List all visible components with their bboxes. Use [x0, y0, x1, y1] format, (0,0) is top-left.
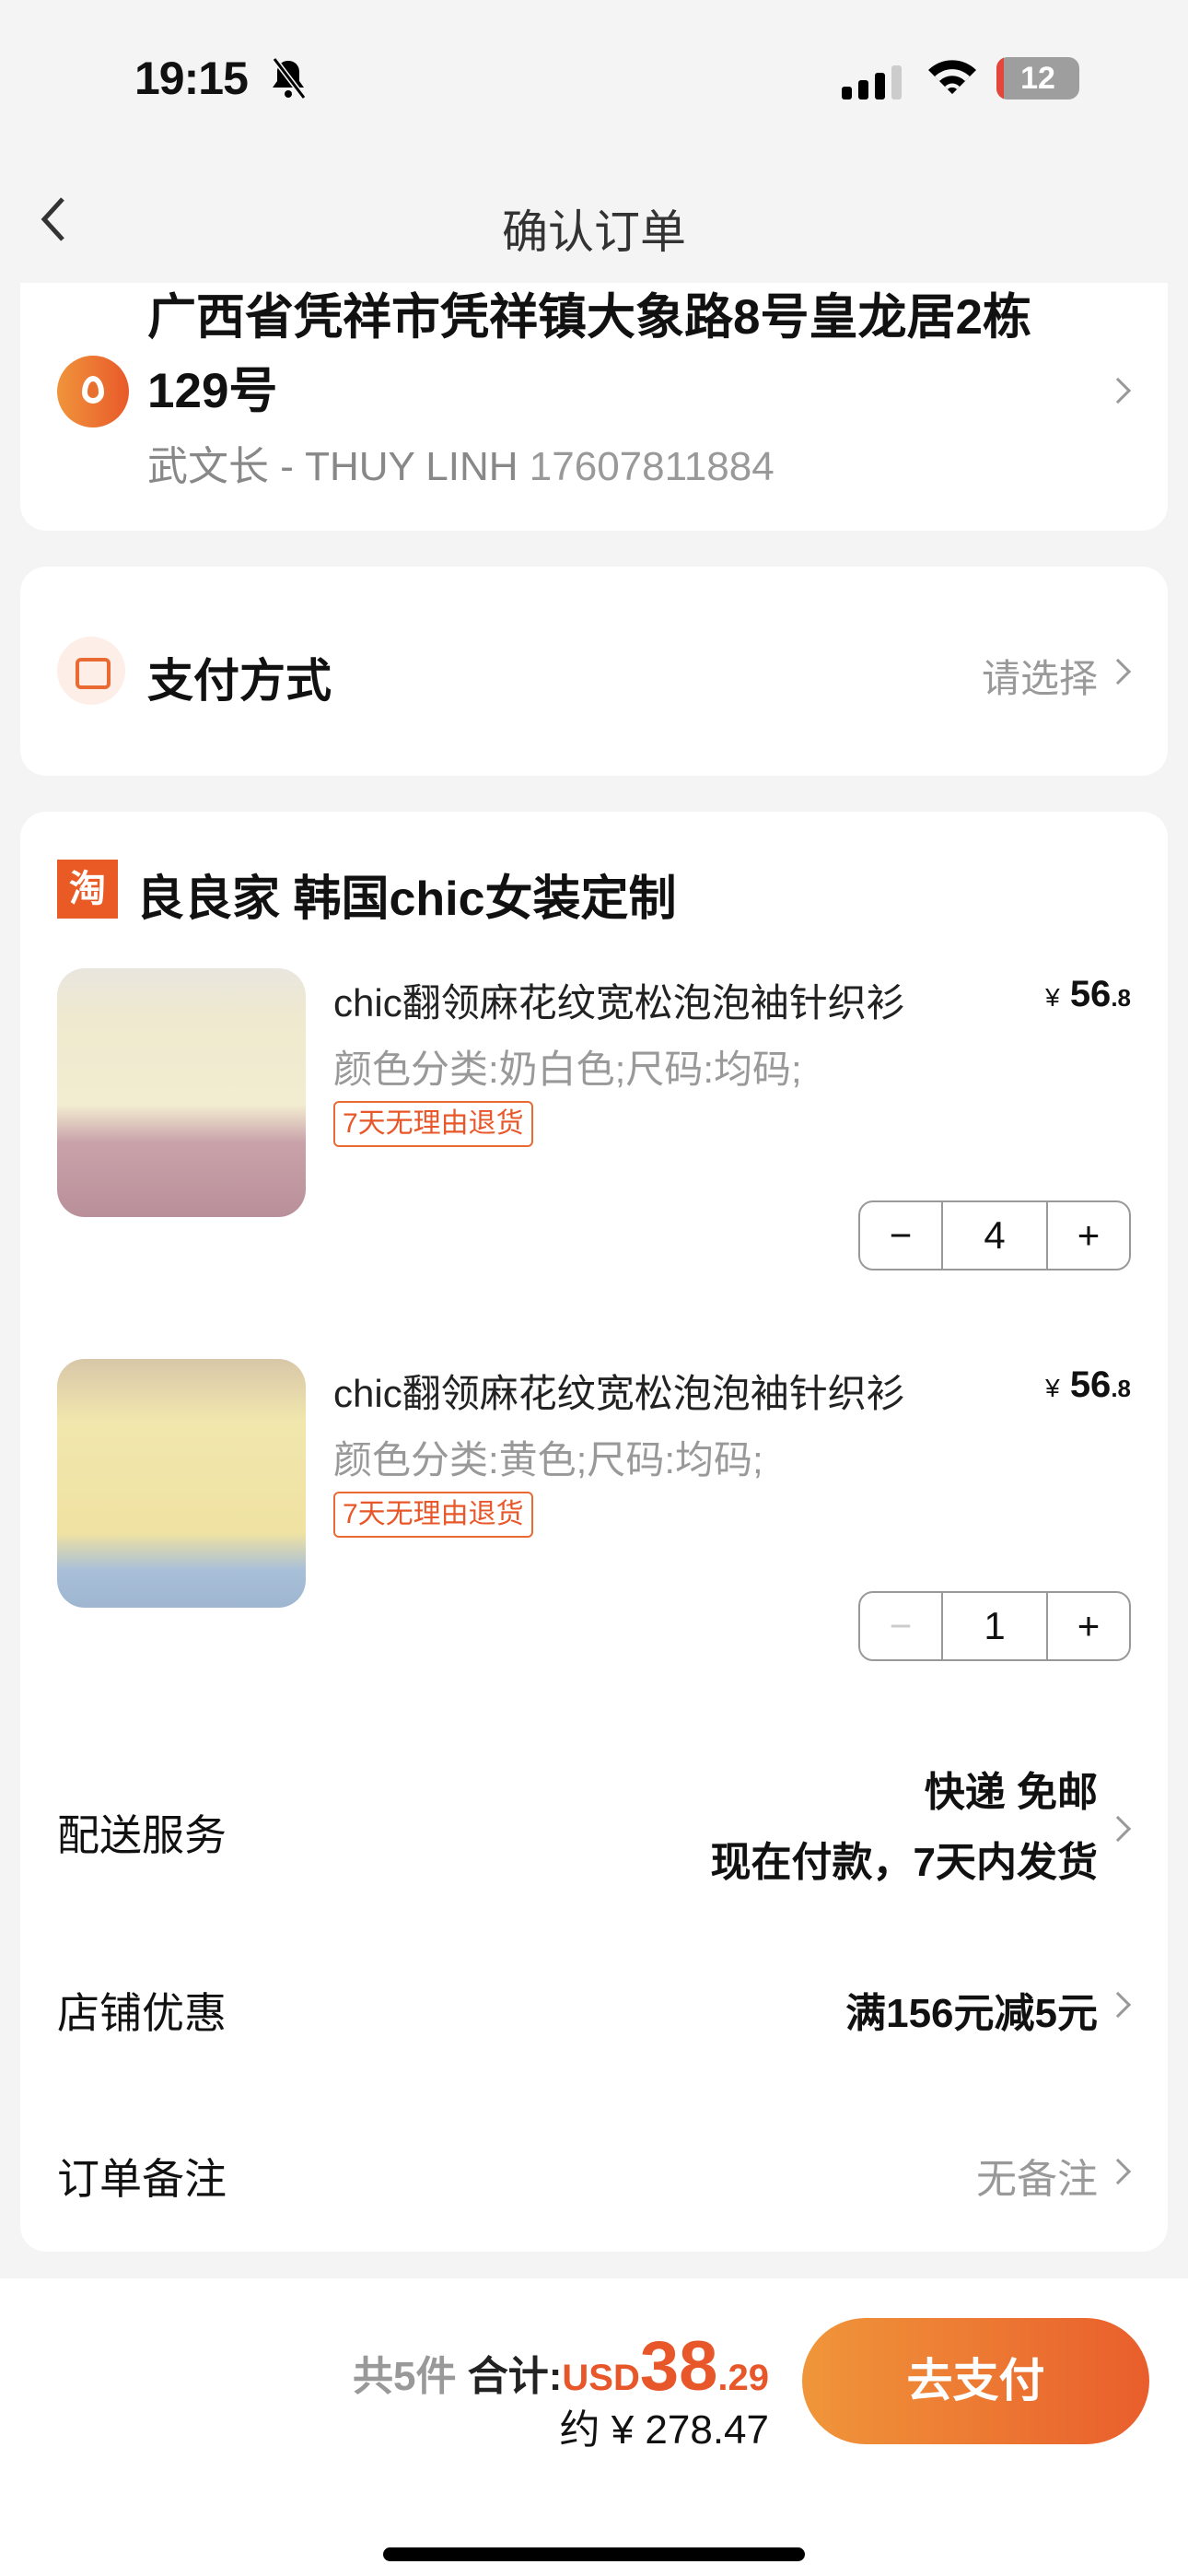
taobao-logo: 淘 [57, 860, 118, 919]
home-indicator[interactable] [383, 2547, 805, 2561]
note-label: 订单备注 [57, 2155, 227, 2203]
product-image[interactable] [57, 968, 306, 1217]
order-total: 共5件 合计:USD38.29 [353, 2326, 769, 2406]
status-time: 19:15 [134, 53, 249, 104]
chevron-right-icon [1104, 2158, 1132, 2185]
contact-info: 武文长 - THUY LINH 17607811884 [147, 433, 775, 492]
page-title: 确认订单 [502, 206, 686, 258]
signal-icon [842, 63, 902, 100]
delivery-time: 现在付款，7天内发货 [710, 1840, 1098, 1885]
decrease-button[interactable]: − [860, 1202, 941, 1269]
note-value: 无备注 [976, 2157, 1098, 2202]
payment-select[interactable]: 请选择 [982, 648, 1098, 704]
recipient-phone: 17607811884 [529, 444, 775, 489]
currency: USD [562, 2358, 640, 2398]
quantity-stepper[interactable]: − 4 + [858, 1200, 1131, 1270]
approx-cny: 约 ¥ 278.47 [559, 2407, 770, 2453]
item-count: 共5件 [353, 2354, 457, 2399]
wifi-icon [928, 60, 976, 94]
discount-value: 满156元减5元 [845, 1991, 1098, 2036]
return-policy-tag: 7天无理由退货 [333, 1101, 533, 1147]
product-price: ¥ 56.8 [1045, 1364, 1131, 1405]
quantity-value[interactable]: 1 [941, 1593, 1048, 1659]
quantity-stepper[interactable]: − 1 + [858, 1591, 1131, 1661]
total-label: 合计: [467, 2354, 563, 2399]
total-decimals: .29 [717, 2358, 769, 2398]
discount-label: 店铺优惠 [57, 1989, 227, 2037]
delivery-label: 配送服务 [57, 1811, 227, 1859]
bell-slash-icon [272, 57, 307, 100]
delivery-method: 快递 免邮 [924, 1770, 1098, 1815]
total-amount: 38 [639, 2327, 718, 2406]
product-spec[interactable]: 颜色分类:奶白色;尺码:均码; [333, 1038, 802, 1095]
product-title[interactable]: chic翻领麻花纹宽松泡泡袖针织衫 [333, 1363, 905, 1419]
quantity-value[interactable]: 4 [941, 1202, 1048, 1269]
chevron-right-icon [1104, 658, 1132, 685]
location-pin-icon [57, 356, 129, 427]
product-spec[interactable]: 颜色分类:黄色;尺码:均码; [333, 1429, 763, 1485]
checkout-bar: 共5件 合计:USD38.29 约 ¥ 278.47 去支付 [0, 2278, 1188, 2576]
product-title[interactable]: chic翻领麻花纹宽松泡泡袖针织衫 [333, 972, 905, 1028]
increase-button[interactable]: + [1048, 1202, 1129, 1269]
decrease-button[interactable]: − [860, 1593, 941, 1659]
recipient-name: 武文长 - THUY LINH [147, 444, 518, 489]
battery-icon: 12 [996, 57, 1079, 100]
chevron-right-icon [1104, 377, 1132, 404]
payment-label: 支付方式 [147, 655, 332, 707]
product-price: ¥ 56.8 [1045, 974, 1131, 1014]
shop-name[interactable]: 良良家 韩国chic女装定制 [136, 860, 677, 929]
shop-card: 淘 良良家 韩国chic女装定制 chic翻领麻花纹宽松泡泡袖针织衫 ¥ 56.… [20, 812, 1168, 2252]
chevron-right-icon [1104, 1815, 1132, 1843]
address-text: 广西省凭祥市凭祥镇大象路8号皇龙居2栋129号 [147, 290, 1031, 418]
payment-method-card[interactable]: 支付方式 请选择 [20, 567, 1168, 776]
product-image[interactable] [57, 1359, 306, 1608]
nav-bar: 确认订单 [0, 158, 1188, 283]
return-policy-tag: 7天无理由退货 [333, 1492, 533, 1538]
chevron-right-icon [1104, 1991, 1132, 2019]
status-bar: 19:15 12 [0, 0, 1188, 158]
increase-button[interactable]: + [1048, 1593, 1129, 1659]
pay-button[interactable]: 去支付 [802, 2318, 1149, 2444]
wallet-icon [57, 637, 125, 705]
